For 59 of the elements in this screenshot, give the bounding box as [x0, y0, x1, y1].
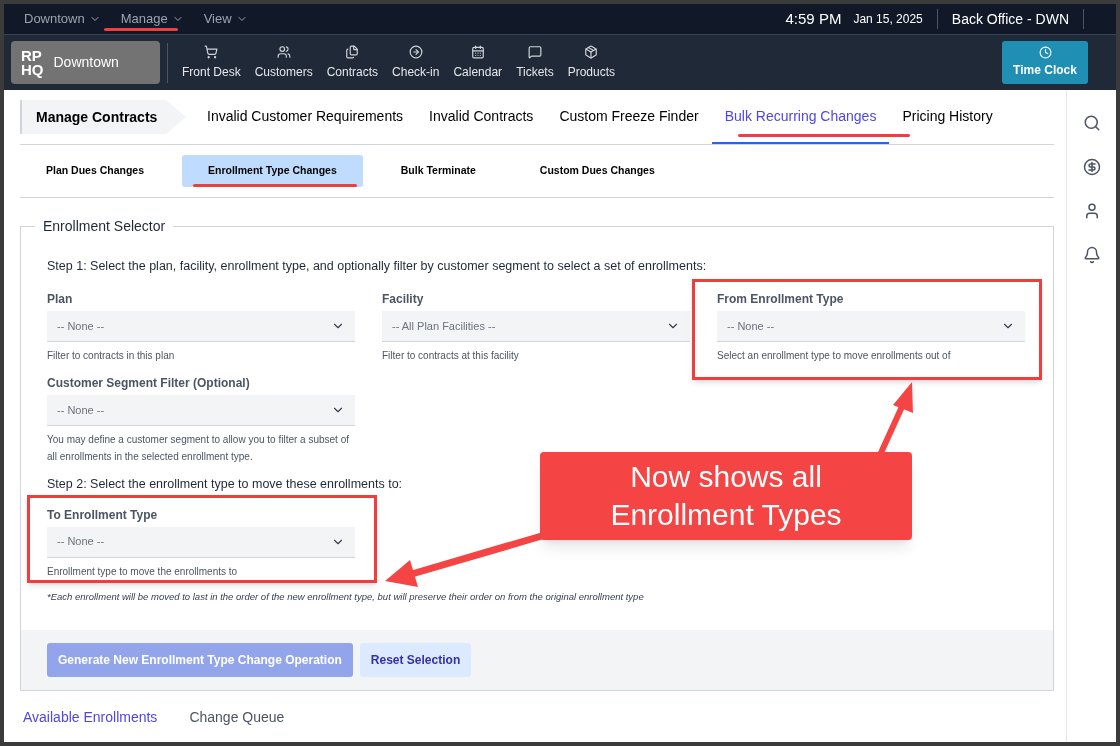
files-icon	[345, 44, 360, 59]
select-field[interactable]: -- None --	[47, 310, 355, 342]
clock-time: 4:59 PM	[785, 8, 842, 29]
location-text: Back Office - DWN	[951, 9, 1069, 29]
search-icon[interactable]	[1082, 114, 1101, 132]
users-icon	[276, 44, 291, 59]
tab[interactable]: Available Enrollments	[23, 706, 158, 728]
select-field[interactable]: -- All Plan Facilities --	[382, 310, 690, 342]
dollar-icon[interactable]	[1082, 158, 1101, 176]
nav-item[interactable]: Customers	[247, 44, 320, 81]
date-text: Jan 15, 2025	[853, 11, 923, 28]
menu-item[interactable]: Manage	[120, 9, 184, 29]
select-field[interactable]: -- None --	[47, 394, 355, 426]
nav-item[interactable]: Tickets	[509, 44, 561, 81]
time-clock-button[interactable]: Time Clock	[1002, 41, 1088, 84]
help-text: You may define a customer segment to allow you to filter a subset of all enrollments in the selected enrollment type.	[47, 432, 351, 464]
tab[interactable]: Change Queue	[189, 706, 285, 728]
field-label: Customer Segment Filter (Optional)	[47, 374, 251, 392]
logo-mark: HQ	[21, 62, 44, 77]
logo-name: Downtown	[53, 53, 119, 72]
help-text: Select an enrollment type to move enrollments out of	[717, 348, 952, 363]
tab[interactable]: Custom Freeze Finder	[546, 90, 712, 144]
box-icon	[584, 44, 599, 59]
logo-mark: RP	[21, 48, 43, 63]
field-label: Facility	[382, 290, 425, 308]
nav-item[interactable]: Calendar	[446, 44, 510, 81]
note-text: *Each enrollment will be moved to last in the order of the new enrollment type, but will preserve their order on from the original enrollment type	[47, 589, 644, 604]
tab[interactable]: Invalid Contracts	[416, 90, 547, 144]
subtab[interactable]: Enrollment Type Changes	[182, 155, 363, 187]
nav-item[interactable]: Products	[560, 44, 623, 81]
select-field[interactable]: -- None --	[47, 526, 355, 558]
calendar-icon	[470, 44, 485, 59]
field-label: Plan	[47, 290, 74, 308]
menu-item[interactable]: View	[203, 9, 248, 29]
help-text: Enrollment type to move the enrollments to	[47, 564, 239, 579]
nav-item[interactable]: Front Desk	[175, 44, 248, 81]
nav-item[interactable]: Contracts	[319, 44, 386, 81]
subtab[interactable]: Bulk Terminate	[374, 155, 502, 187]
breadcrumb: Manage Contracts	[20, 100, 186, 134]
help-text: Filter to contracts in this plan	[47, 348, 176, 363]
step-text: Step 1: Select the plan, facility, enrollment type, and optionally filter by customer segment to select a set of enrollments:	[47, 258, 707, 275]
bell-icon[interactable]	[1082, 246, 1101, 264]
clock-icon	[1038, 46, 1052, 59]
tab[interactable]: Pricing History	[889, 90, 1006, 144]
menu-item[interactable]: Downtown	[24, 9, 101, 29]
select-field[interactable]: -- None --	[717, 310, 1025, 342]
help-text: Filter to contracts at this facility	[382, 348, 520, 363]
nav-item[interactable]: Check-in	[385, 44, 447, 81]
field-label: From Enrollment Type	[717, 290, 845, 308]
subtab[interactable]: Custom Dues Changes	[513, 155, 681, 187]
callout: Now shows all Enrollment Types	[540, 452, 912, 540]
step-text: Step 2: Select the enrollment type to move these enrollments to:	[47, 475, 403, 493]
chat-icon	[527, 44, 542, 59]
cart-icon	[204, 44, 219, 59]
field-label: To Enrollment Type	[47, 506, 159, 524]
reset-button[interactable]: Reset Selection	[359, 642, 472, 677]
subtab[interactable]: Plan Dues Changes	[20, 155, 171, 187]
tab[interactable]: Invalid Customer Requirements	[194, 90, 417, 144]
section-title: Enrollment Selector	[42, 217, 167, 236]
